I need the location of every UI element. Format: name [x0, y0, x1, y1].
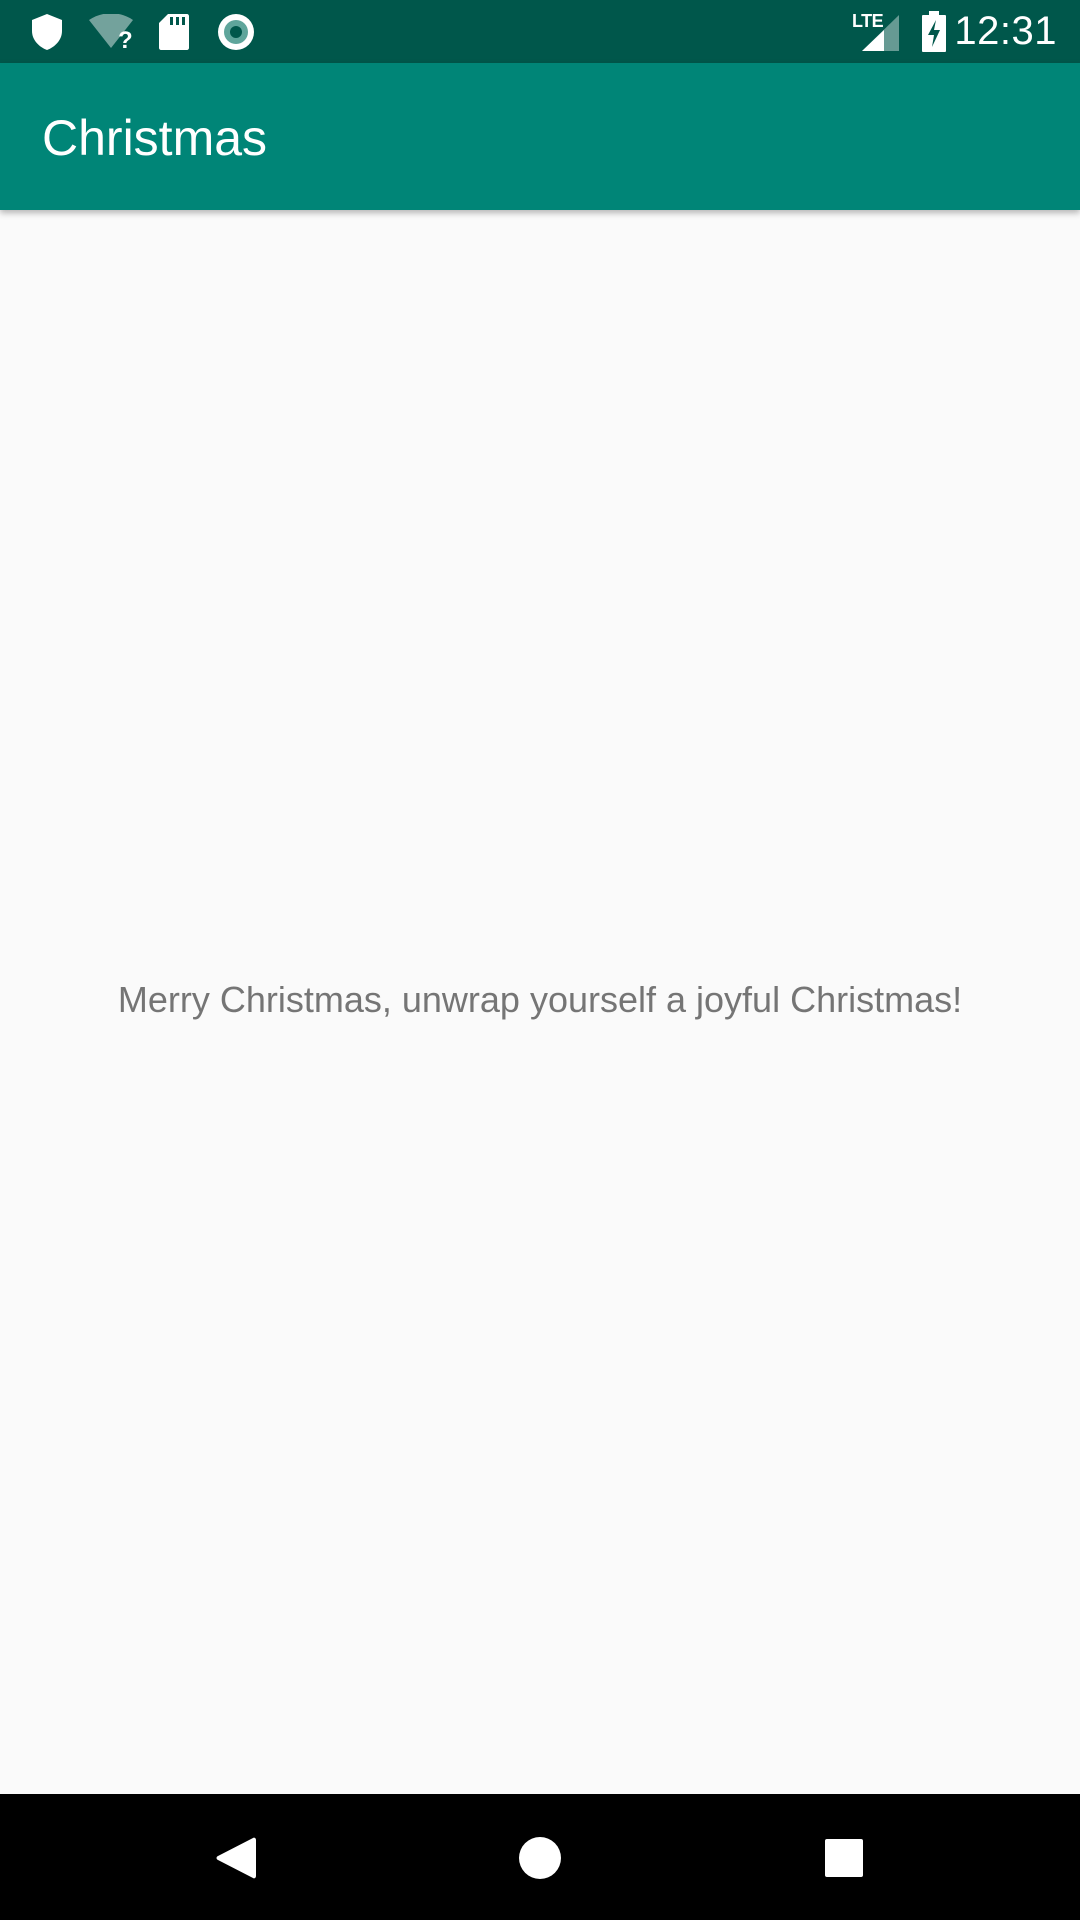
navigation-bar [0, 1794, 1080, 1920]
back-icon[interactable] [215, 1835, 257, 1881]
sd-card-icon [159, 14, 189, 50]
recents-icon[interactable] [824, 1838, 864, 1878]
battery-charging-icon [922, 11, 946, 52]
main-content: Merry Christmas, unwrap yourself a joyfu… [0, 210, 1080, 1794]
wifi-unknown-icon: ? [89, 14, 133, 50]
status-bar: ? LTE 12:31 [0, 0, 1080, 63]
greeting-message: Merry Christmas, unwrap yourself a joyfu… [117, 979, 963, 1020]
record-icon [218, 14, 254, 50]
svg-text:?: ? [118, 27, 133, 50]
app-bar: Christmas [0, 63, 1080, 210]
signal-icon [862, 15, 899, 51]
app-title: Christmas [42, 110, 268, 166]
shield-icon [32, 14, 62, 50]
clock: 12:31 [954, 9, 1057, 53]
home-icon[interactable] [518, 1836, 562, 1880]
